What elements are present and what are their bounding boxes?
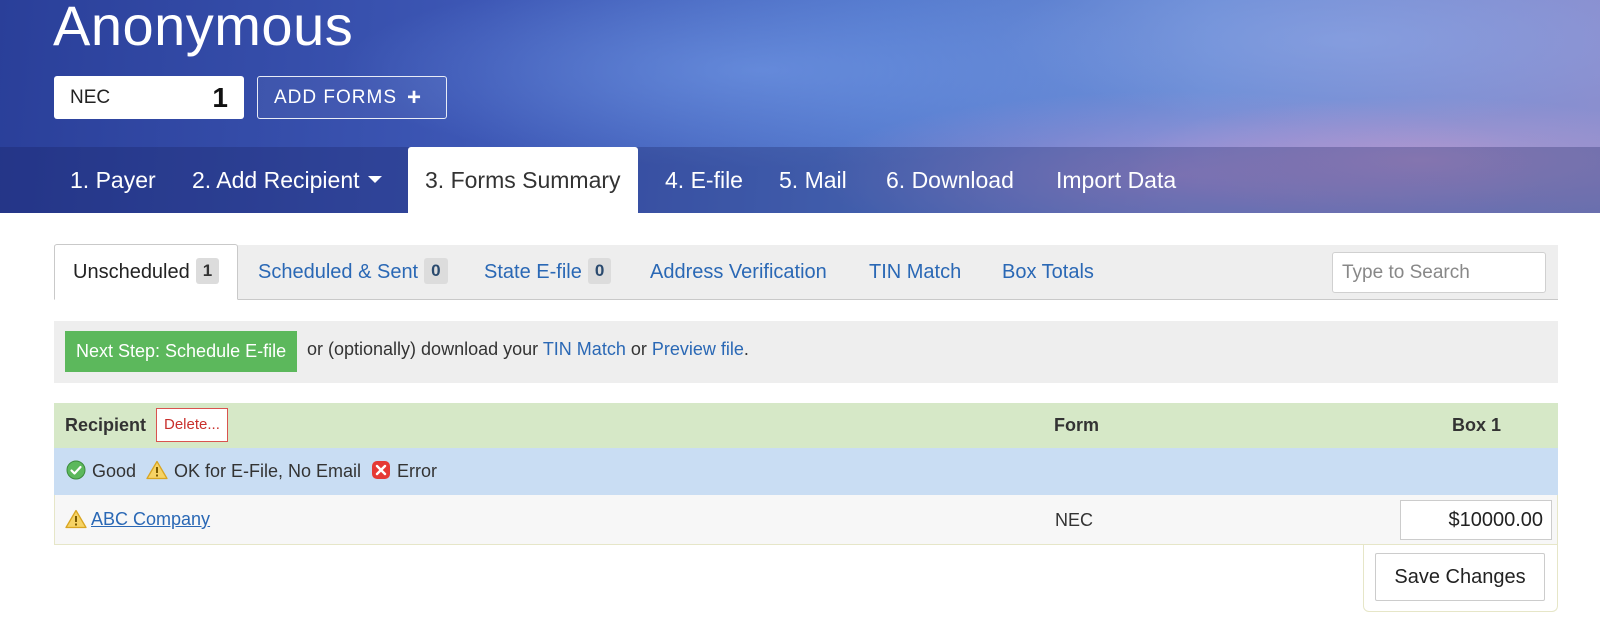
- column-header-form: Form: [1054, 415, 1099, 435]
- form-code-label: NEC: [70, 87, 111, 108]
- page-title: Anonymous: [53, 0, 354, 57]
- nav-item-add-recipient[interactable]: 2. Add Recipient: [192, 147, 382, 213]
- legend-good-label: Good: [92, 461, 137, 481]
- add-forms-button[interactable]: ADD FORMS +: [257, 76, 447, 119]
- legend-error-label: Error: [397, 461, 437, 481]
- tab-unscheduled-label: Unscheduled: [73, 261, 190, 283]
- column-header-recipient: Recipient: [65, 415, 147, 435]
- delete-button[interactable]: Delete...: [156, 408, 228, 442]
- step-text-middle: or: [625, 339, 652, 359]
- next-step-text: or (optionally) download your TIN Match …: [307, 339, 749, 360]
- legend-good: Good: [66, 448, 136, 495]
- status-legend: Good OK for E-File, No Email Error: [54, 448, 1558, 495]
- nav-item-efile[interactable]: 4. E-file: [665, 147, 743, 213]
- tab-scheduled-sent[interactable]: Scheduled & Sent 0: [258, 245, 448, 300]
- save-changes-button[interactable]: Save Changes: [1375, 553, 1545, 601]
- tab-unscheduled-count: 1: [195, 258, 220, 284]
- legend-ok-label: OK for E-File, No Email: [174, 461, 362, 481]
- nav-item-add-recipient-label: 2. Add Recipient: [192, 167, 360, 193]
- tab-scheduled-sent-label: Scheduled & Sent: [258, 261, 419, 283]
- next-step-bar: Next Step: Schedule E-file or (optionall…: [54, 321, 1558, 383]
- add-forms-label: ADD FORMS: [274, 86, 397, 108]
- plus-icon: +: [407, 83, 423, 111]
- nav-item-mail[interactable]: 5. Mail: [779, 147, 847, 213]
- column-header-box1: Box 1: [1452, 415, 1502, 435]
- tab-box-totals[interactable]: Box Totals: [1002, 245, 1094, 300]
- legend-error: Error: [371, 448, 437, 495]
- nav-item-download[interactable]: 6. Download: [886, 147, 1014, 213]
- table-row: ABC Company NEC: [54, 495, 1558, 545]
- save-changes-panel: Save Changes: [1363, 545, 1558, 612]
- form-count-box: NEC 1: [54, 76, 244, 119]
- recipient-link[interactable]: ABC Company: [91, 509, 210, 530]
- step-text-before: or (optionally) download your: [307, 339, 543, 359]
- nav-item-payer[interactable]: 1. Payer: [70, 147, 156, 213]
- page-header: Anonymous NEC 1 ADD FORMS + 1. Payer 2. …: [0, 0, 1600, 213]
- tab-state-efile[interactable]: State E-file 0: [484, 245, 612, 300]
- tab-state-efile-label: State E-file: [484, 261, 582, 283]
- tab-address-verification[interactable]: Address Verification: [650, 245, 827, 300]
- row-form-value: NEC: [1055, 510, 1094, 530]
- tab-scheduled-sent-count: 0: [424, 258, 448, 284]
- check-circle-icon: [66, 460, 86, 480]
- error-icon: [372, 461, 390, 479]
- summary-tabs: Unscheduled 1 Scheduled & Sent 0 State E-f…: [54, 244, 1558, 300]
- tin-match-link[interactable]: TIN Match: [543, 339, 626, 359]
- table-header: Recipient Delete... Form Box 1: [54, 403, 1558, 448]
- tab-state-efile-count: 0: [587, 258, 612, 284]
- legend-ok: OK for E-File, No Email: [146, 448, 361, 495]
- main-nav: 1. Payer 2. Add Recipient 3. Forms Summa…: [0, 147, 1600, 213]
- schedule-efile-button[interactable]: Next Step: Schedule E-file: [65, 331, 298, 372]
- warning-icon: [146, 460, 168, 480]
- tab-unscheduled[interactable]: Unscheduled 1: [54, 244, 239, 300]
- box1-amount-input[interactable]: [1400, 500, 1552, 540]
- search-input[interactable]: [1332, 252, 1546, 293]
- preview-file-link[interactable]: Preview file: [652, 339, 744, 359]
- nav-item-forms-summary[interactable]: 3. Forms Summary: [408, 147, 638, 213]
- tab-tin-match[interactable]: TIN Match: [869, 245, 961, 300]
- warning-icon: [65, 509, 87, 529]
- caret-down-icon: [367, 176, 382, 184]
- nav-item-import-data[interactable]: Import Data: [1056, 147, 1176, 213]
- step-text-after: .: [743, 339, 749, 359]
- form-count-value: 1: [212, 82, 228, 113]
